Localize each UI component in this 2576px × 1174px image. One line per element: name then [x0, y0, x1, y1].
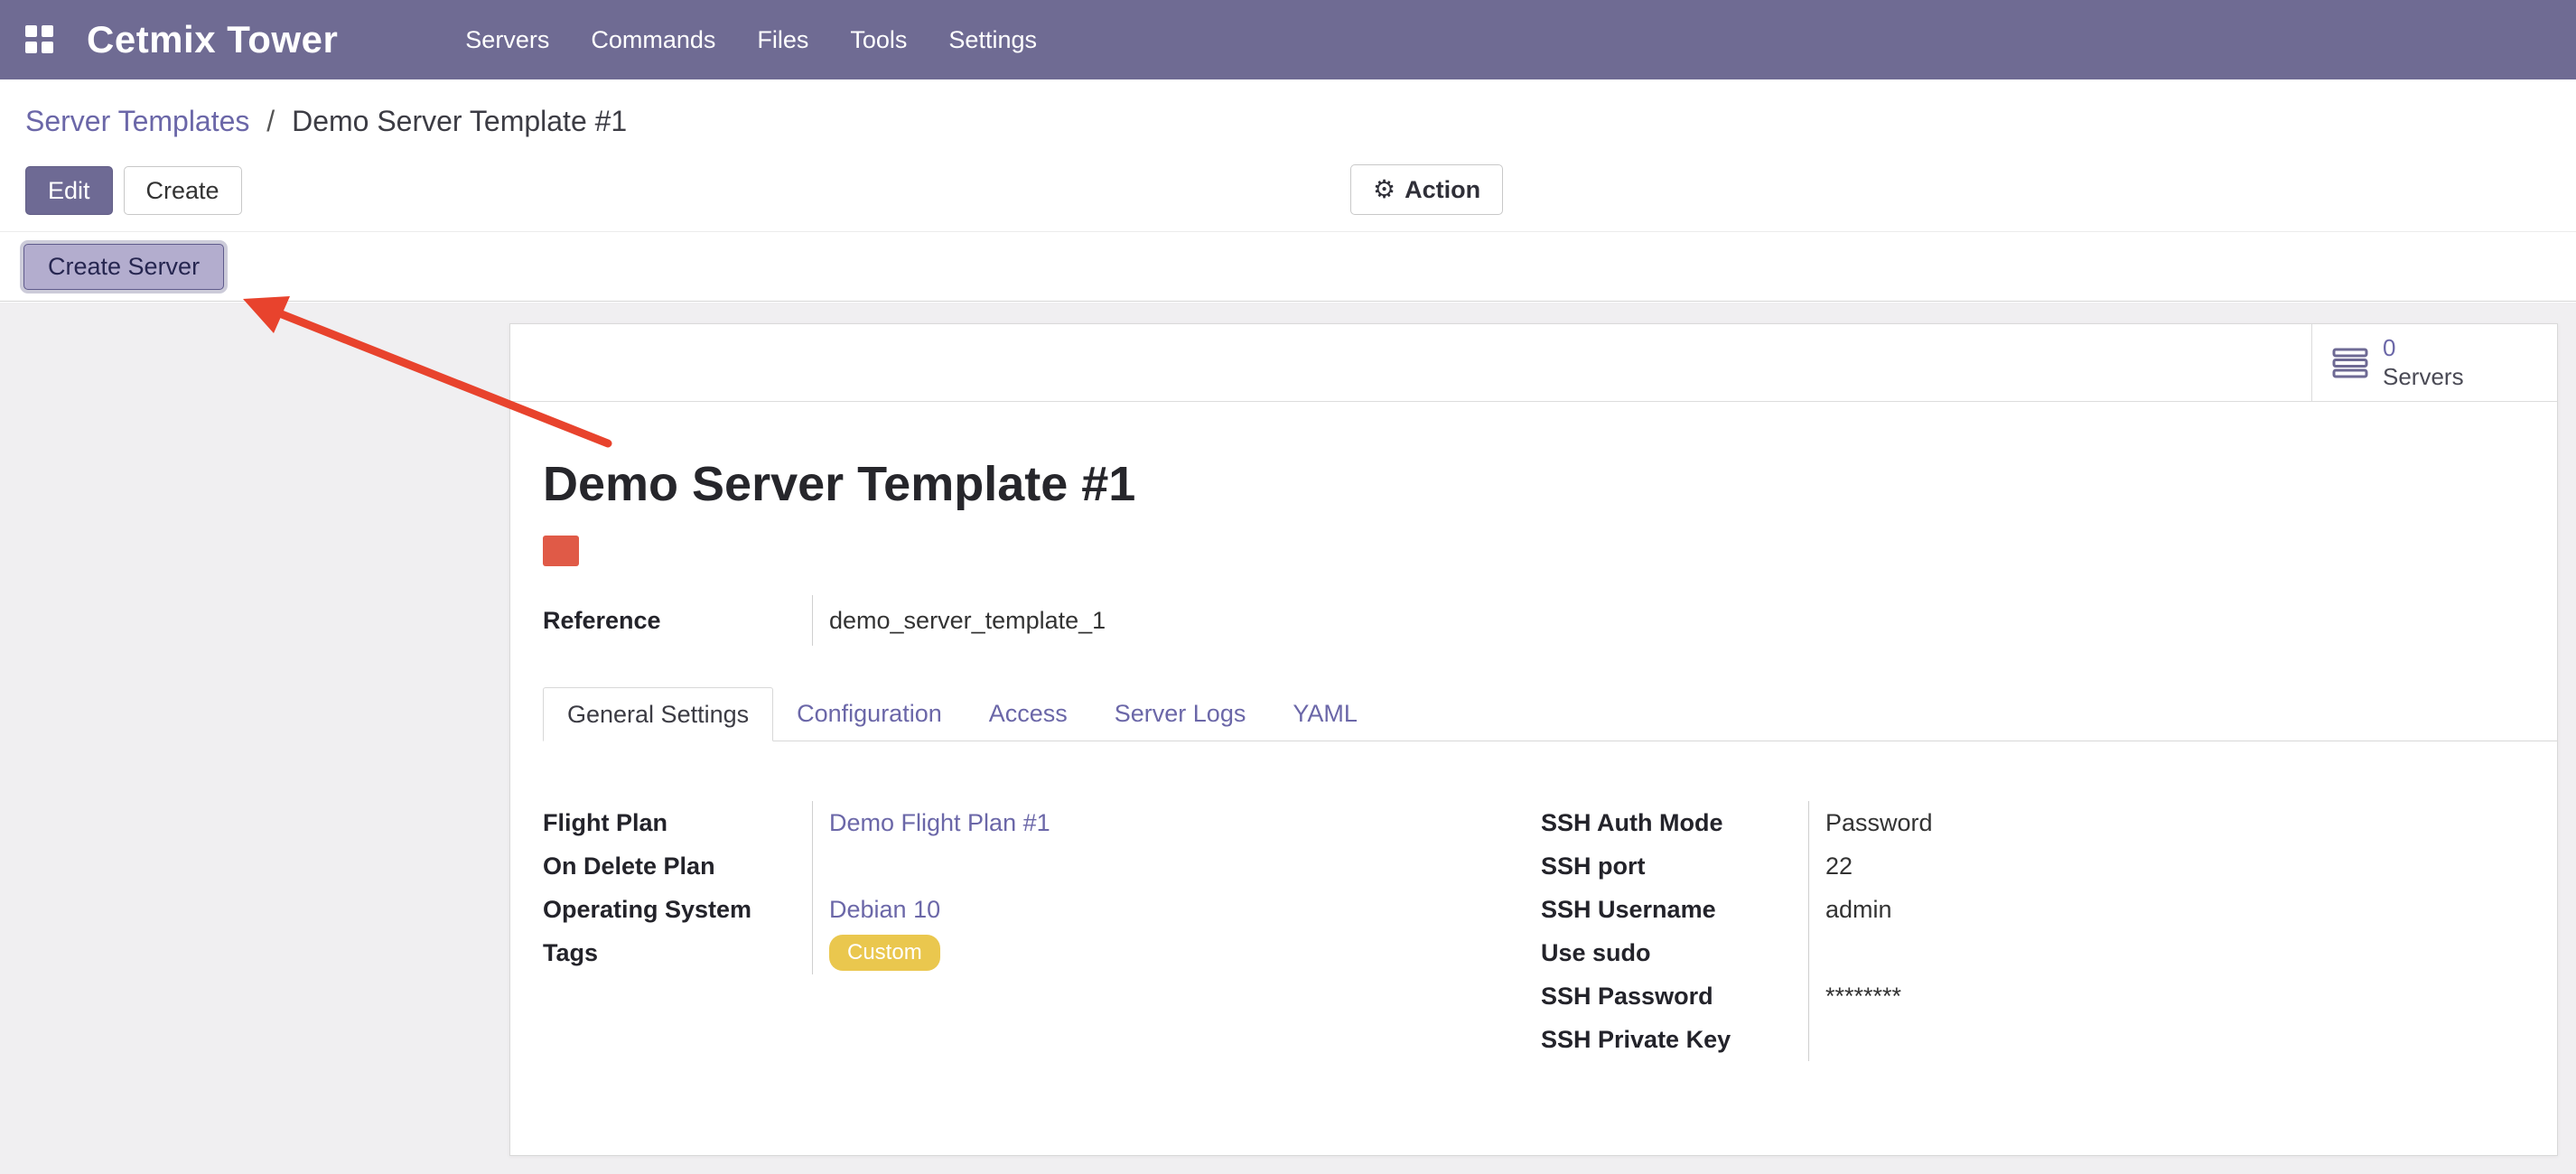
- field-value-ssh-auth-mode: Password: [1808, 801, 2525, 844]
- servers-stat-button[interactable]: 0 Servers: [2311, 324, 2557, 401]
- tab-configuration[interactable]: Configuration: [773, 687, 966, 741]
- field-group-left: Flight Plan Demo Flight Plan #1 On Delet…: [543, 801, 1500, 974]
- field-value-operating-system[interactable]: Debian 10: [812, 888, 1500, 931]
- control-panel: Server Templates / Demo Server Template …: [0, 79, 2576, 232]
- field-value-ssh-username: admin: [1808, 888, 2525, 931]
- servers-label: Servers: [2383, 363, 2464, 391]
- field-value-tags: Custom: [812, 931, 1500, 974]
- field-label-ssh-password: SSH Password: [1541, 974, 1808, 1018]
- servers-icon: [2332, 347, 2368, 379]
- tag-custom[interactable]: Custom: [829, 935, 940, 970]
- breadcrumb: Server Templates / Demo Server Template …: [25, 105, 627, 138]
- field-label-flight-plan: Flight Plan: [543, 801, 812, 844]
- menu-item-tools[interactable]: Tools: [829, 5, 928, 76]
- action-menu-label: Action: [1405, 175, 1480, 204]
- button-box: 0 Servers: [510, 324, 2557, 402]
- field-value-flight-plan[interactable]: Demo Flight Plan #1: [812, 801, 1500, 844]
- form-statusbar: Create Server: [0, 233, 2576, 302]
- field-value-use-sudo: [1808, 931, 2525, 974]
- action-menu-button[interactable]: ⚙ Action: [1350, 164, 1503, 215]
- field-label-use-sudo: Use sudo: [1541, 931, 1808, 974]
- create-server-button[interactable]: Create Server: [23, 244, 224, 290]
- tab-general-settings[interactable]: General Settings: [543, 687, 773, 741]
- create-button[interactable]: Create: [124, 166, 242, 215]
- form-sheet: 0 Servers Demo Server Template #1 Refere…: [509, 323, 2558, 1156]
- reference-label: Reference: [543, 595, 812, 646]
- menu-item-files[interactable]: Files: [736, 5, 829, 76]
- control-panel-buttons: Edit Create: [25, 166, 242, 215]
- field-label-ssh-auth-mode: SSH Auth Mode: [1541, 801, 1808, 844]
- tab-access[interactable]: Access: [966, 687, 1091, 741]
- notebook-tabs: General Settings Configuration Access Se…: [543, 687, 2557, 741]
- top-navbar: Cetmix Tower Servers Commands Files Tool…: [0, 0, 2576, 79]
- edit-button[interactable]: Edit: [25, 166, 113, 215]
- brand-title[interactable]: Cetmix Tower: [87, 18, 338, 61]
- breadcrumb-separator: /: [266, 105, 275, 137]
- color-swatch[interactable]: [543, 536, 579, 566]
- field-value-on-delete-plan: [812, 844, 1500, 888]
- field-label-operating-system: Operating System: [543, 888, 812, 931]
- apps-grid-icon[interactable]: [25, 25, 54, 54]
- servers-count: 0: [2383, 334, 2464, 362]
- servers-stat-text: 0 Servers: [2383, 334, 2464, 390]
- menu-item-settings[interactable]: Settings: [928, 5, 1058, 76]
- reference-value: demo_server_template_1: [813, 595, 1106, 646]
- menu-item-commands[interactable]: Commands: [570, 5, 736, 76]
- field-label-tags: Tags: [543, 931, 812, 974]
- breadcrumb-parent-link[interactable]: Server Templates: [25, 105, 249, 137]
- page-title: Demo Server Template #1: [543, 456, 1135, 512]
- field-value-ssh-private-key: [1808, 1018, 2525, 1061]
- reference-row: Reference demo_server_template_1: [543, 595, 1106, 646]
- menu-item-servers[interactable]: Servers: [444, 5, 570, 76]
- field-label-on-delete-plan: On Delete Plan: [543, 844, 812, 888]
- field-label-ssh-private-key: SSH Private Key: [1541, 1018, 1808, 1061]
- field-label-ssh-port: SSH port: [1541, 844, 1808, 888]
- field-value-ssh-port: 22: [1808, 844, 2525, 888]
- tab-server-logs[interactable]: Server Logs: [1091, 687, 1270, 741]
- gear-icon: ⚙: [1373, 174, 1395, 205]
- tab-yaml[interactable]: YAML: [1269, 687, 1381, 741]
- field-label-ssh-username: SSH Username: [1541, 888, 1808, 931]
- field-value-ssh-password: ********: [1808, 974, 2525, 1018]
- breadcrumb-current: Demo Server Template #1: [292, 105, 627, 137]
- field-group-right: SSH Auth Mode Password SSH port 22 SSH U…: [1541, 801, 2525, 1061]
- main-menu: Servers Commands Files Tools Settings: [444, 5, 1058, 76]
